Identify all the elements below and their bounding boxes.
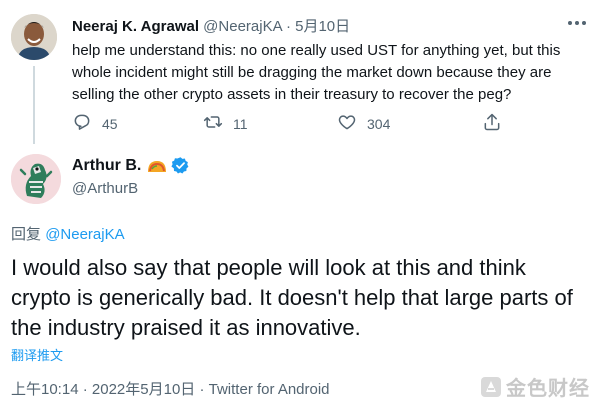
parent-tweet[interactable]: Neeraj K. Agrawal @NeerajKA · 5月10日 help… bbox=[0, 0, 600, 144]
tweet-source[interactable]: Twitter for Android bbox=[209, 381, 330, 398]
tweet-time[interactable]: 上午10:14 bbox=[11, 381, 79, 398]
author-handle[interactable]: @ArthurB bbox=[72, 180, 138, 197]
reply-mention-link[interactable]: @NeerajKA bbox=[45, 226, 124, 243]
jinse-logo-icon bbox=[480, 376, 502, 398]
share-icon bbox=[482, 112, 502, 137]
author-name[interactable]: Neeraj K. Agrawal bbox=[72, 18, 199, 35]
separator-dot: · bbox=[199, 381, 205, 398]
separator-dot: · bbox=[82, 381, 88, 398]
author-handle[interactable]: @NeerajKA bbox=[203, 18, 282, 35]
avatar[interactable] bbox=[11, 14, 57, 60]
author-name[interactable]: Arthur B. bbox=[72, 157, 141, 175]
parent-tweet-header: Neeraj K. Agrawal @NeerajKA · 5月10日 bbox=[72, 15, 350, 36]
retweet-button[interactable]: 11 bbox=[203, 112, 248, 136]
verified-badge-icon bbox=[171, 156, 190, 175]
translate-tweet-link[interactable]: 翻译推文 bbox=[11, 345, 63, 364]
display-name-row: Arthur B. bbox=[72, 156, 190, 175]
reply-count: 45 bbox=[102, 116, 118, 132]
avatar[interactable] bbox=[11, 154, 61, 204]
like-count: 304 bbox=[367, 116, 391, 132]
parent-tweet-text: help me understand this: no one really u… bbox=[72, 42, 561, 103]
heart-icon bbox=[337, 112, 357, 137]
reply-to-line: 回复 @NeerajKA bbox=[11, 223, 125, 244]
tweet-date[interactable]: 2022年5月10日 bbox=[92, 381, 195, 398]
watermark-text: 金色财经 bbox=[506, 378, 590, 400]
watermark: 金色财经 bbox=[480, 372, 590, 401]
reply-prefix: 回复 bbox=[11, 226, 42, 243]
taco-emoji-icon bbox=[147, 158, 167, 174]
retweet-icon bbox=[203, 112, 223, 137]
reply-button[interactable]: 45 bbox=[72, 112, 118, 136]
tweet-timestamp: 上午10:14 · 2022年5月10日 · Twitter for Andro… bbox=[11, 378, 330, 399]
tweet-date[interactable]: 5月10日 bbox=[295, 18, 350, 35]
share-button[interactable] bbox=[482, 112, 502, 136]
main-tweet-text: I would also say that people will look a… bbox=[11, 255, 573, 340]
separator-dot: · bbox=[285, 18, 291, 35]
more-horizontal-icon[interactable] bbox=[562, 13, 592, 33]
main-tweet-author: Arthur B. @ArthurB bbox=[0, 150, 600, 210]
action-bar: 45 11 304 bbox=[0, 112, 600, 136]
retweet-count: 11 bbox=[233, 116, 248, 132]
reply-icon bbox=[72, 112, 92, 137]
like-button[interactable]: 304 bbox=[337, 112, 390, 136]
